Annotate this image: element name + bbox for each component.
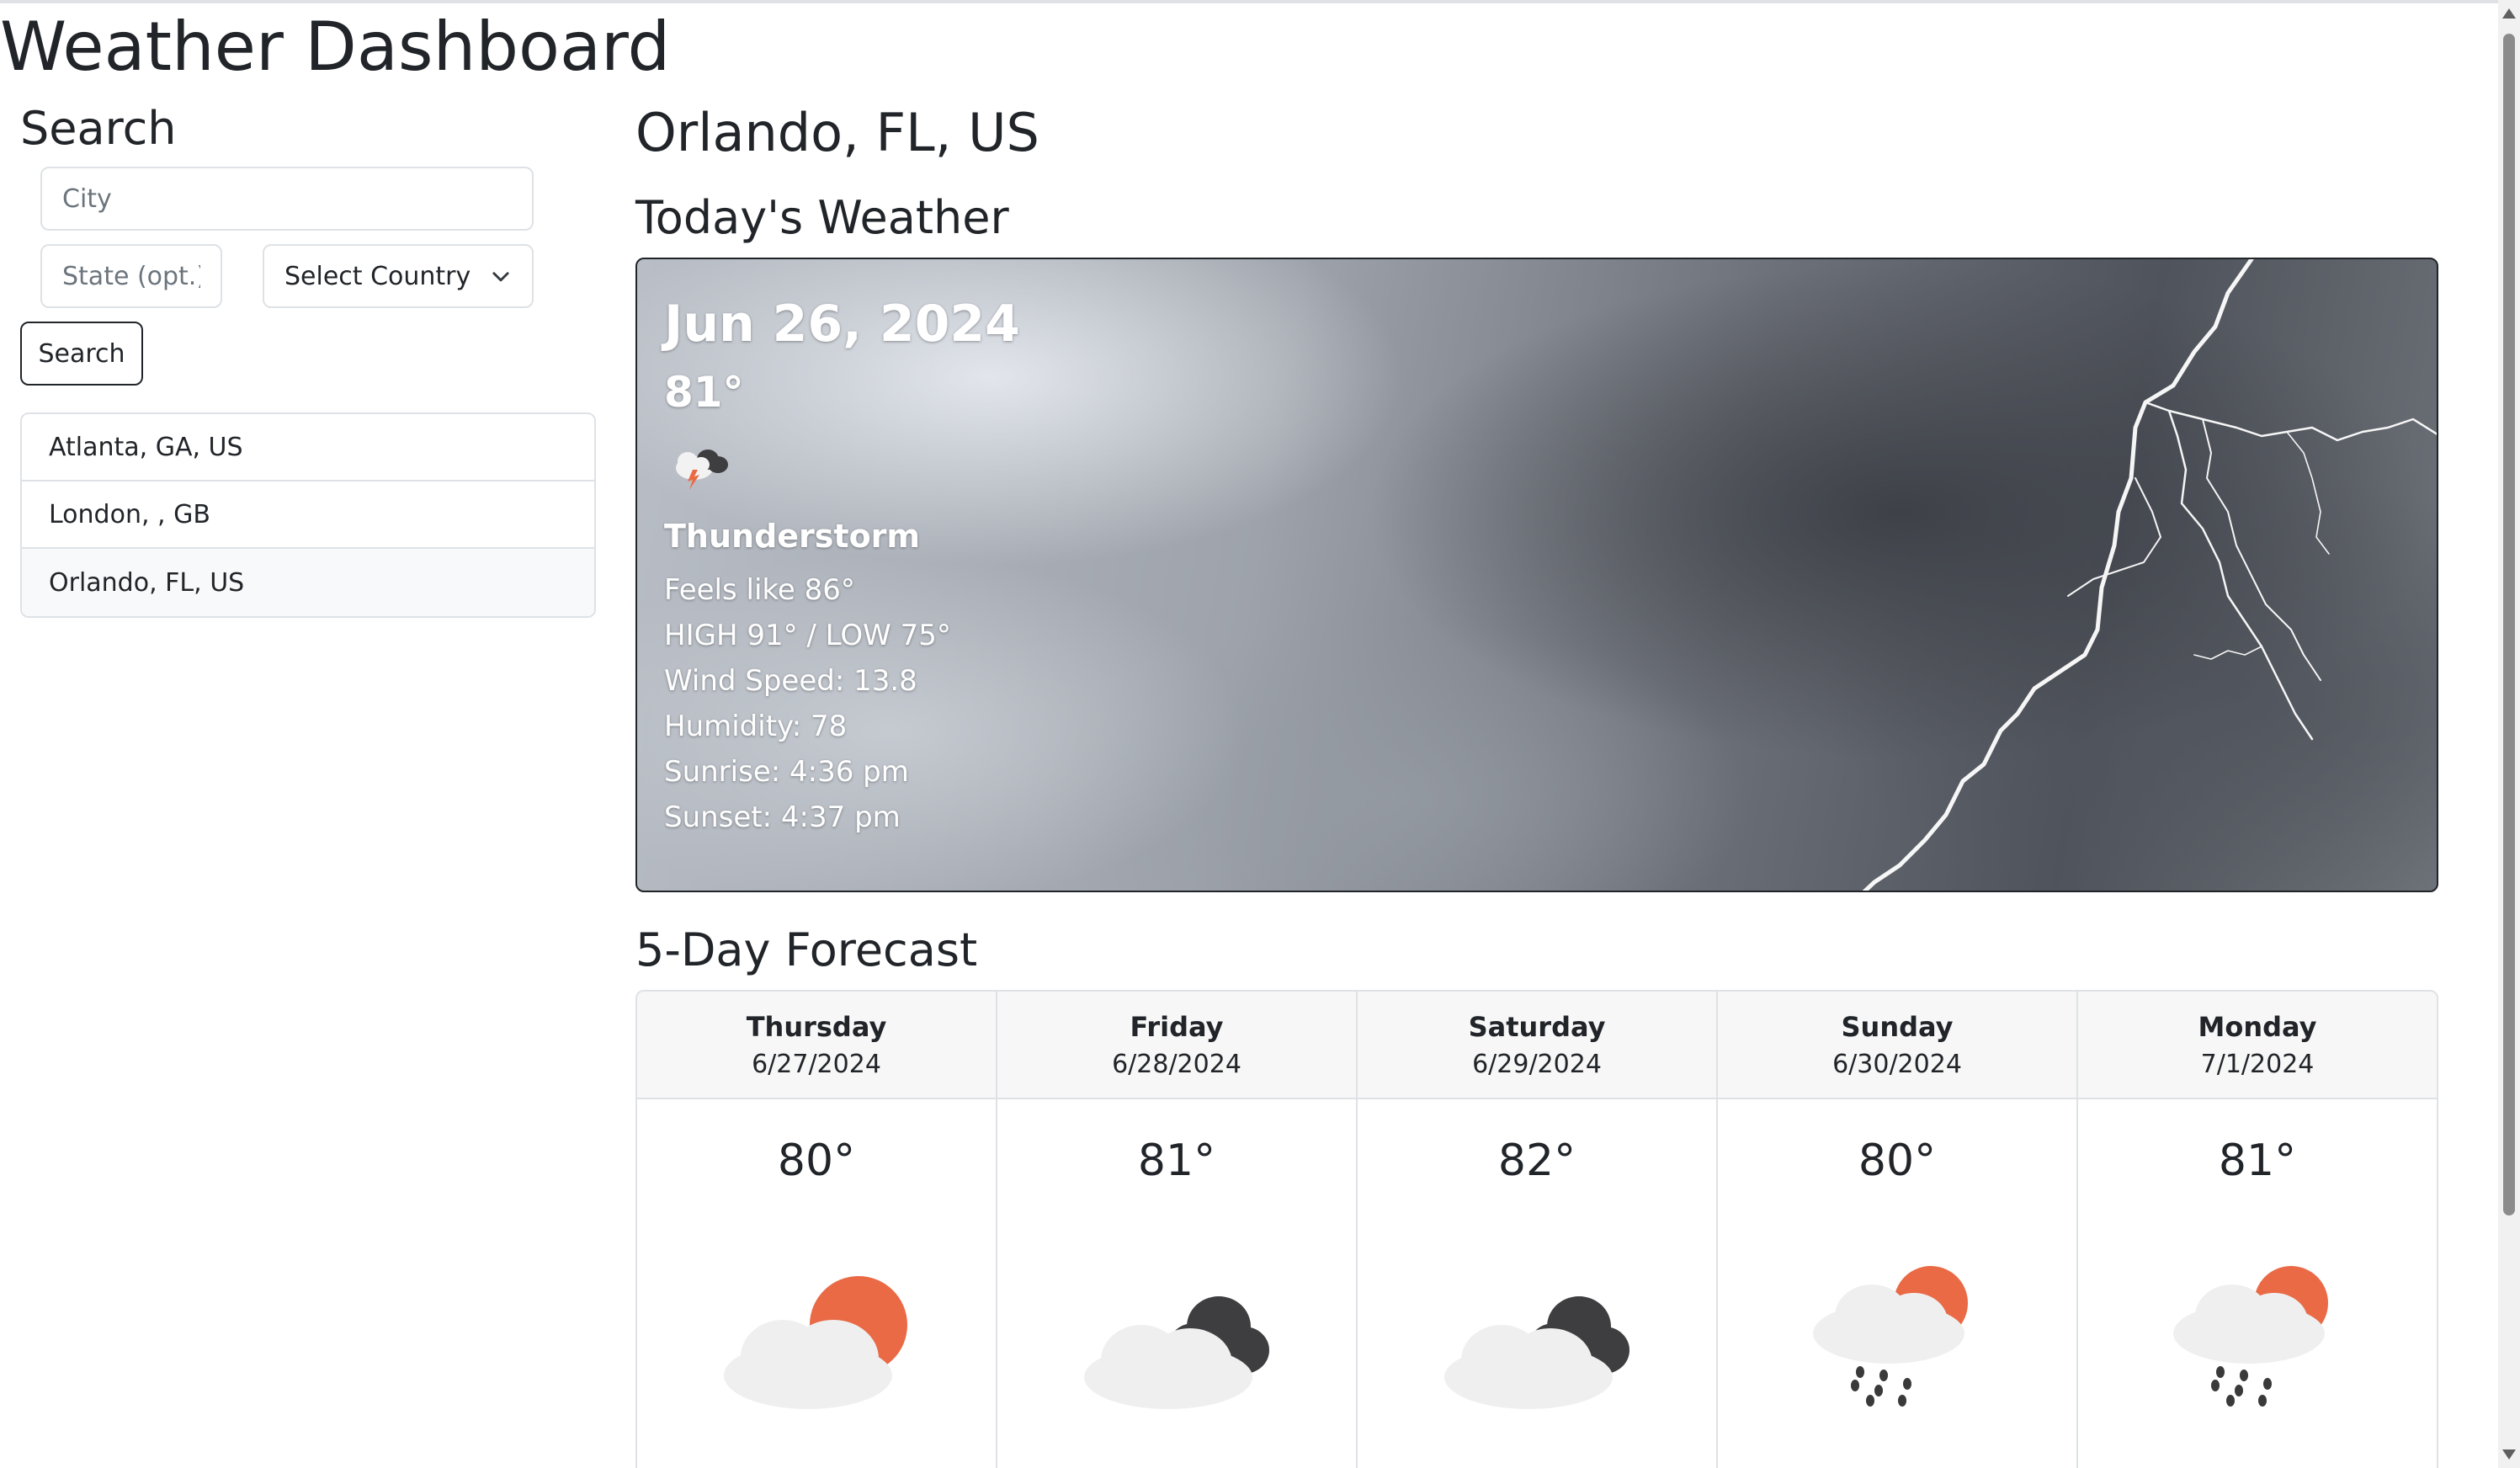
dark-clouds-icon <box>1084 1296 1269 1409</box>
sun-rain-cloud-icon <box>2173 1266 2328 1407</box>
search-heading: Search <box>20 102 177 155</box>
dark-clouds-icon <box>1444 1296 1629 1409</box>
app-title: Weather Dashboard <box>0 8 671 86</box>
forecast-day-card: Monday 7/1/2024 81° <box>2078 992 2437 1468</box>
forecast-day-header: Sunday 6/30/2024 <box>1718 992 2076 1099</box>
forecast-day-name: Thursday <box>746 1011 887 1043</box>
forecast-day-header: Monday 7/1/2024 <box>2078 992 2437 1099</box>
forecast-day-temp: 80° <box>1858 1136 1937 1186</box>
forecast-day-date: 6/28/2024 <box>1112 1050 1241 1079</box>
today-weather-card: Jun 26, 2024 81° Thunderstorm Feels like… <box>635 258 2438 892</box>
location-title: Orlando, FL, US <box>635 102 1039 163</box>
today-weather-details: Jun 26, 2024 81° Thunderstorm Feels like… <box>664 293 1020 840</box>
history-item-orlando[interactable]: Orlando, FL, US <box>22 549 594 616</box>
sunrise: Sunrise: 4:36 pm <box>664 755 909 789</box>
forecast-day-card: Thursday 6/27/2024 80° <box>637 992 997 1468</box>
history-item-london[interactable]: London, , GB <box>22 481 594 549</box>
today-date: Jun 26, 2024 <box>664 295 1020 354</box>
wind-speed: Wind Speed: 13.8 <box>664 664 917 698</box>
history-item-label: London, , GB <box>49 499 210 529</box>
feels-like: Feels like 86° <box>664 573 855 607</box>
forecast-day-date: 7/1/2024 <box>2200 1050 2315 1079</box>
scroll-down-arrow-icon[interactable] <box>2502 1449 2516 1460</box>
forecast-day-temp: 82° <box>1497 1136 1576 1186</box>
vertical-scrollbar[interactable] <box>2498 0 2520 1468</box>
forecast-day-date: 6/27/2024 <box>752 1050 881 1079</box>
sunset: Sunset: 4:37 pm <box>664 800 901 834</box>
country-select[interactable]: Select Country <box>263 244 534 308</box>
humidity: Humidity: 78 <box>664 710 848 743</box>
forecast-heading: 5-Day Forecast <box>635 923 978 976</box>
forecast-day-name: Saturday <box>1468 1011 1606 1043</box>
search-button[interactable]: Search <box>20 322 143 386</box>
state-input[interactable] <box>40 244 222 308</box>
forecast-day-name: Friday <box>1130 1011 1224 1043</box>
today-temperature: 81° <box>664 368 744 417</box>
forecast-table: Thursday 6/27/2024 80° Friday 6/28/2024 … <box>635 990 2438 1468</box>
forecast-day-temp: 81° <box>1137 1136 1216 1186</box>
country-select-value: Select Country <box>284 261 471 291</box>
search-history-list: Atlanta, GA, US London, , GB Orlando, FL… <box>20 412 596 618</box>
forecast-day-temp: 80° <box>777 1136 856 1186</box>
scroll-up-arrow-icon[interactable] <box>2502 8 2516 19</box>
sun-rain-cloud-icon <box>1813 1266 1968 1407</box>
forecast-day-header: Friday 6/28/2024 <box>997 992 1356 1099</box>
high-low: HIGH 91° / LOW 75° <box>664 619 951 652</box>
today-heading: Today's Weather <box>635 191 1009 244</box>
chevron-down-icon <box>492 272 509 282</box>
thunderstorm-icon <box>676 449 728 490</box>
forecast-day-date: 6/29/2024 <box>1472 1050 1602 1079</box>
forecast-day-card: Sunday 6/30/2024 80° <box>1718 992 2078 1468</box>
forecast-day-header: Thursday 6/27/2024 <box>637 992 996 1099</box>
history-item-label: Orlando, FL, US <box>49 567 245 598</box>
forecast-day-card: Saturday 6/29/2024 82° <box>1358 992 1718 1468</box>
history-item-label: Atlanta, GA, US <box>49 432 243 462</box>
top-divider <box>0 0 2520 3</box>
scrollbar-thumb[interactable] <box>2503 34 2515 1215</box>
page: Weather Dashboard Search Select Country … <box>0 0 2520 1468</box>
today-condition: Thunderstorm <box>664 518 921 555</box>
forecast-day-temp: 81° <box>2218 1136 2297 1186</box>
forecast-day-card: Friday 6/28/2024 81° <box>997 992 1358 1468</box>
forecast-day-header: Saturday 6/29/2024 <box>1358 992 1716 1099</box>
forecast-day-date: 6/30/2024 <box>1832 1050 1962 1079</box>
history-item-atlanta[interactable]: Atlanta, GA, US <box>22 414 594 481</box>
forecast-day-name: Sunday <box>1841 1011 1954 1043</box>
city-input[interactable] <box>40 167 534 231</box>
forecast-day-name: Monday <box>2198 1011 2317 1043</box>
partly-sunny-cloud-icon <box>724 1276 907 1409</box>
